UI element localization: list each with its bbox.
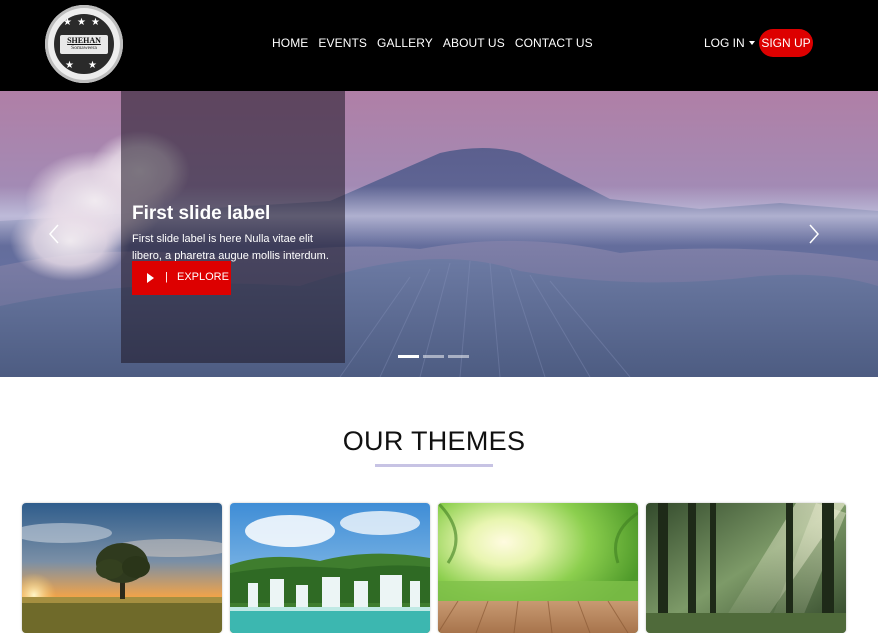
theme-card-sunset[interactable] [22,503,222,633]
caret-down-icon [748,41,755,45]
carousel-indicator[interactable] [448,355,469,358]
theme-card-meadow[interactable] [438,503,638,633]
explore-separator: | [165,271,168,283]
carousel-next-button[interactable] [807,223,821,245]
forest-sunbeams-image [646,503,846,633]
hero-carousel: First slide label First slide label is h… [0,91,878,377]
theme-card-forest[interactable] [646,503,846,633]
theme-cards [22,503,846,633]
chevron-left-icon [48,224,59,244]
signup-button[interactable]: SIGN UP [759,29,813,57]
logo-banner: SHEHAN Somaweera [60,35,108,54]
chevron-right-icon [809,224,820,244]
main-nav: HOME EVENTS GALLERY ABOUT US CONTACT US [272,36,593,50]
login-label: LOG IN [704,36,745,50]
slide-text: First slide label is here Nulla vitae el… [132,233,329,262]
sunny-meadow-image [438,503,638,633]
nav-gallery[interactable]: GALLERY [377,36,433,50]
carousel-indicator[interactable] [423,355,444,358]
logo-subtitle: Somaweera [71,45,97,51]
navbar: ★★★ SHEHAN Somaweera ★★ HOME EVENTS GALL… [0,0,878,91]
nav-events[interactable]: EVENTS [318,36,367,50]
nav-home[interactable]: HOME [272,36,308,50]
themes-underline [375,464,493,467]
carousel-indicators [398,355,469,358]
play-icon [147,273,154,283]
carousel-indicator[interactable] [398,355,419,358]
logo-emblem: ★★★ SHEHAN Somaweera ★★ [54,14,114,74]
caption-panel [121,91,345,363]
slide-title: First slide label [132,203,271,224]
nav-contact-us[interactable]: CONTACT US [515,36,593,50]
explore-button[interactable]: | EXPLORE [132,261,231,295]
explore-label: EXPLORE [177,271,229,283]
carousel-prev-button[interactable] [47,223,61,245]
themes-heading: OUR THEMES [342,426,526,456]
logo-stars-icon: ★★★ [63,17,105,28]
theme-card-waterfall[interactable] [230,503,430,633]
nav-about-us[interactable]: ABOUT US [443,36,505,50]
sunset-tree-image [22,503,222,633]
waterfall-image [230,503,430,633]
brand-logo[interactable]: ★★★ SHEHAN Somaweera ★★ [45,5,123,83]
login-dropdown[interactable]: LOG IN [704,36,755,50]
logo-name: SHEHAN [67,36,101,45]
logo-stars-icon: ★★ [65,60,111,71]
